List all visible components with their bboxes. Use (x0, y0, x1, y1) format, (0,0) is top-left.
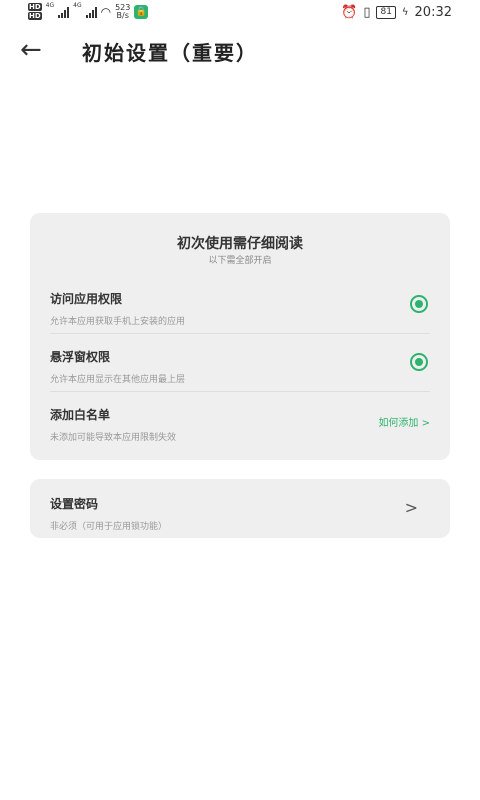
chevron-right-icon: > (404, 498, 418, 517)
alarm-icon: ⏰ (341, 5, 358, 20)
hd-badge: HD (28, 3, 42, 11)
card-subtitle: 以下需全部开启 (208, 256, 272, 266)
row-title: 添加白名单 (50, 408, 111, 422)
wifi-icon: ◠ (100, 4, 112, 19)
app-lock-icon: 🔒 (134, 4, 149, 19)
status-left: HD HD 4G 4G ◠ 523 B/s 🔒 (28, 2, 149, 20)
clock: 20:32 (414, 5, 452, 20)
status-bar: HD HD 4G 4G ◠ 523 B/s 🔒 ⏰ ▯ 81 ϟ 20:32 (0, 0, 480, 26)
overlay-enabled-radio[interactable] (410, 353, 428, 371)
password-card[interactable]: 设置密码 非必须（可用于应用锁功能） > (30, 479, 450, 538)
row-description: 未添加可能导致本应用限制失效 (50, 433, 177, 443)
row-title: 设置密码 (50, 497, 99, 511)
page-title: 初始设置（重要） (82, 41, 258, 65)
row-description: 允许本应用获取手机上安装的应用 (50, 317, 186, 327)
divider (50, 391, 430, 392)
row-description: 非必须（可用于应用锁功能） (50, 522, 168, 532)
status-right: ⏰ ▯ 81 ϟ 20:32 (341, 5, 452, 20)
set-password-row[interactable]: 设置密码 非必须（可用于应用锁功能） (50, 495, 430, 532)
whitelist-row[interactable]: 添加白名单 未添加可能导致本应用限制失效 (50, 406, 430, 443)
app-access-permission-row[interactable]: 访问应用权限 允许本应用获取手机上安装的应用 (50, 290, 430, 327)
charging-icon: ϟ (401, 7, 409, 18)
back-arrow-icon[interactable]: ← (20, 36, 42, 64)
row-title: 悬浮窗权限 (50, 350, 111, 364)
app-access-enabled-radio[interactable] (410, 295, 428, 313)
permissions-card: 初次使用需仔细阅读 以下需全部开启 访问应用权限 允许本应用获取手机上安装的应用… (30, 213, 450, 460)
network-type-label: 4G (45, 2, 55, 9)
signal-icon (85, 6, 97, 18)
overlay-permission-row[interactable]: 悬浮窗权限 允许本应用显示在其他应用最上层 (50, 348, 430, 385)
network-speed: 523 B/s (115, 3, 130, 20)
row-description: 允许本应用显示在其他应用最上层 (50, 375, 186, 385)
divider (50, 333, 430, 334)
network-type-label: 4G (73, 2, 82, 9)
battery-icon: 81 (376, 6, 396, 19)
vibrate-icon: ▯ (363, 5, 371, 20)
hd-badges: HD HD (28, 3, 42, 20)
hd-badge: HD (28, 12, 42, 20)
row-title: 访问应用权限 (50, 292, 123, 306)
speed-unit: B/s (116, 10, 129, 20)
how-to-add-link[interactable]: 如何添加 > (378, 414, 430, 429)
signal-icon (58, 6, 70, 18)
card-title: 初次使用需仔细阅读 (177, 236, 303, 252)
